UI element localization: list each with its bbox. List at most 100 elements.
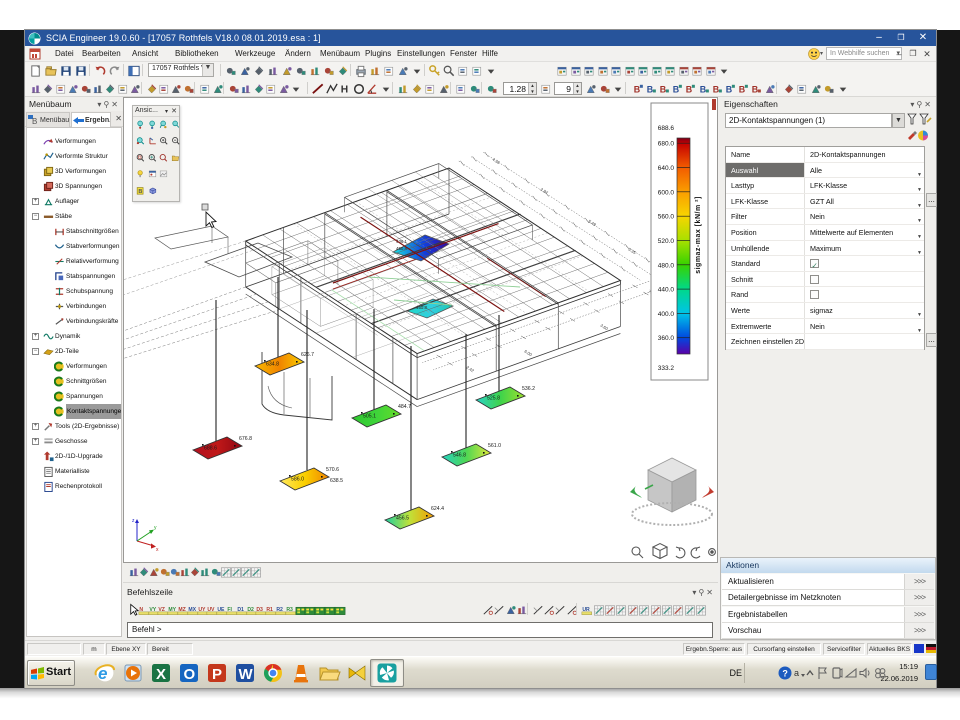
view-tool-vz4-icon[interactable] [170,119,181,130]
title-bar[interactable]: SCIA Engineer 19.0.60 - [17057 Rothfels … [25,30,936,46]
tb1-maskB-icon[interactable] [308,64,322,78]
mdi-close-button[interactable]: ✕ [920,48,934,60]
tb1f-drop-icon[interactable] [717,64,731,78]
tb2-polyline-icon[interactable] [325,82,339,96]
tab-ergebnisse[interactable]: Ergebn... [71,112,111,127]
tb1-printer-icon[interactable] [354,64,368,78]
status-command-ergebn-sperre-aus[interactable]: Ergebn.Sperre: aus [683,643,745,655]
tb1-globe-icon[interactable] [252,64,266,78]
tb1-drop-icon[interactable] [410,64,424,78]
menu-ansicht[interactable]: Ansicht [132,46,158,62]
tb2-w4-icon[interactable] [437,82,451,96]
tb1f-f11-icon[interactable] [690,64,704,78]
view-toolbox[interactable]: Ansic...▾✕B [132,105,180,202]
mdi-minimize-button[interactable]: – [892,48,906,60]
tb1-save-icon[interactable] [59,64,73,78]
close-button[interactable]: ✕ [912,30,934,46]
action-vorschau[interactable]: Vorschau>>> [722,623,934,639]
project-combo[interactable]: 17057 Rothfels V18.0▼ [148,63,214,77]
tb1-framR-icon[interactable] [336,64,350,78]
tb2-sA-icon[interactable] [539,82,553,96]
action-run-button[interactable]: >>> [904,590,934,605]
tb2-H-icon[interactable]: H [338,82,352,96]
tb2b-b8-icon[interactable]: B [723,82,737,96]
tree-expander-icon[interactable]: + [32,423,39,430]
taskbar-app-excel[interactable]: X [149,661,173,685]
tb1-maskA-icon[interactable] [294,64,308,78]
tb2-w2-icon[interactable] [410,82,424,96]
minimize-button[interactable]: – [868,30,890,46]
ellipsis-button[interactable]: ... [926,193,937,207]
property-row-umhüllende[interactable]: UmhüllendeMaximum▼ [726,241,924,257]
tb1-prev-icon[interactable] [368,64,382,78]
tb2-drop-icon[interactable] [379,82,393,96]
tb1-tabl-icon[interactable] [382,64,396,78]
dropdown-arrow-icon[interactable]: ▼ [917,246,922,256]
taskbar-app-folder[interactable] [317,661,341,685]
tb1f-f2-icon[interactable] [569,64,583,78]
view-tool-vz1-icon[interactable] [135,119,146,130]
tb1-copyx-icon[interactable] [280,64,294,78]
dropdown-arrow-icon[interactable]: ▼ [917,324,922,334]
tb2b-b2-icon[interactable]: B [644,82,658,96]
show-desktop-button[interactable] [925,664,937,680]
scale-spinner-buttons[interactable]: ▲▼ [528,83,536,94]
tb1-book-icon[interactable] [238,64,252,78]
tb1-key-icon[interactable] [428,64,442,78]
restore-button[interactable]: ❐ [890,30,912,46]
taskbar-app-scia-engineer[interactable] [375,661,399,685]
property-row-schnitt[interactable]: Schnitt [726,272,924,288]
view-tool-vh1-icon[interactable] [135,135,146,146]
tray-network-icon[interactable] [872,665,888,681]
dropdown-arrow-icon[interactable]: ▼ [917,214,922,224]
status-command-servicefilter[interactable]: Servicefilter [823,643,865,655]
menu-fenster[interactable]: Fenster [450,46,477,62]
tb1-docg-icon[interactable] [396,64,410,78]
view-tool-vzw-icon[interactable] [135,152,146,163]
status-command-aktuelles-bks[interactable]: Aktuelles BKS [867,643,912,655]
property-row-position[interactable]: PositionMittelwerte auf Elementen▼ [726,225,924,241]
view-tool-vzo-icon[interactable] [170,135,181,146]
project-combo-arrow[interactable]: ▼ [202,64,213,76]
tb1f-f1-icon[interactable] [555,64,569,78]
tb2b-b4-icon[interactable]: B [670,82,684,96]
checkbox-unchecked[interactable] [810,290,819,299]
menu-einstellungen[interactable]: Einstellungen [397,46,445,62]
status-command-cursorfang-einstellen[interactable]: Cursorfang einstellen [747,643,821,655]
command-input[interactable]: Befehl > [127,622,713,638]
tb2-sC-icon[interactable] [598,82,612,96]
tb1-brak-icon[interactable] [470,64,484,78]
tb1f-f10-icon[interactable] [677,64,691,78]
view-tool-vz3-icon[interactable] [158,119,169,130]
tree-expander-icon[interactable]: − [32,348,39,355]
tree-expander-icon[interactable]: − [32,213,39,220]
property-row-extremwerte[interactable]: ExtremwerteNein▼ [726,319,924,335]
tb2-delR-icon[interactable] [454,82,468,96]
tb2c-i1-icon[interactable] [782,82,796,96]
checkbox-checked[interactable] [810,259,819,268]
tb2b-b5-icon[interactable]: B [683,82,697,96]
scale-spinner[interactable]: 1.28▲▼ [503,82,537,95]
tray-language[interactable]: DE [729,668,742,678]
tb1f-f7-icon[interactable] [636,64,650,78]
taskbar-app-media-player[interactable] [121,661,145,685]
dropdown-arrow-icon[interactable]: ▼ [917,308,922,318]
tb2-toolR-icon[interactable] [468,82,482,96]
tb1-drop-icon[interactable] [484,64,498,78]
view-tool-vbulb-icon[interactable] [135,168,146,179]
panel-close-icon[interactable]: ✕ [111,100,120,109]
smiley-icon[interactable] [808,48,820,60]
taskbar-app-chrome[interactable] [261,661,285,685]
property-row-zeichnen-einstellen-2d[interactable]: Zeichnen einstellen 2D [726,334,924,350]
view-tool-vax-icon[interactable] [147,135,158,146]
view-tool-vcube-icon[interactable] [147,185,158,196]
result-type-combo-arrow[interactable]: ▼ [892,113,905,128]
start-button[interactable]: Start [27,660,75,686]
vstrip-gridP-icon[interactable] [249,565,263,579]
props-close-icon[interactable]: ✕ [924,100,933,109]
taskbar-app-vlc[interactable] [289,661,313,685]
taskbar-app-outlook[interactable]: O [177,661,201,685]
tb2c-drop-icon[interactable] [836,82,850,96]
view-tool-vfo-icon[interactable] [170,152,181,163]
tb2-drop-icon[interactable] [289,82,303,96]
